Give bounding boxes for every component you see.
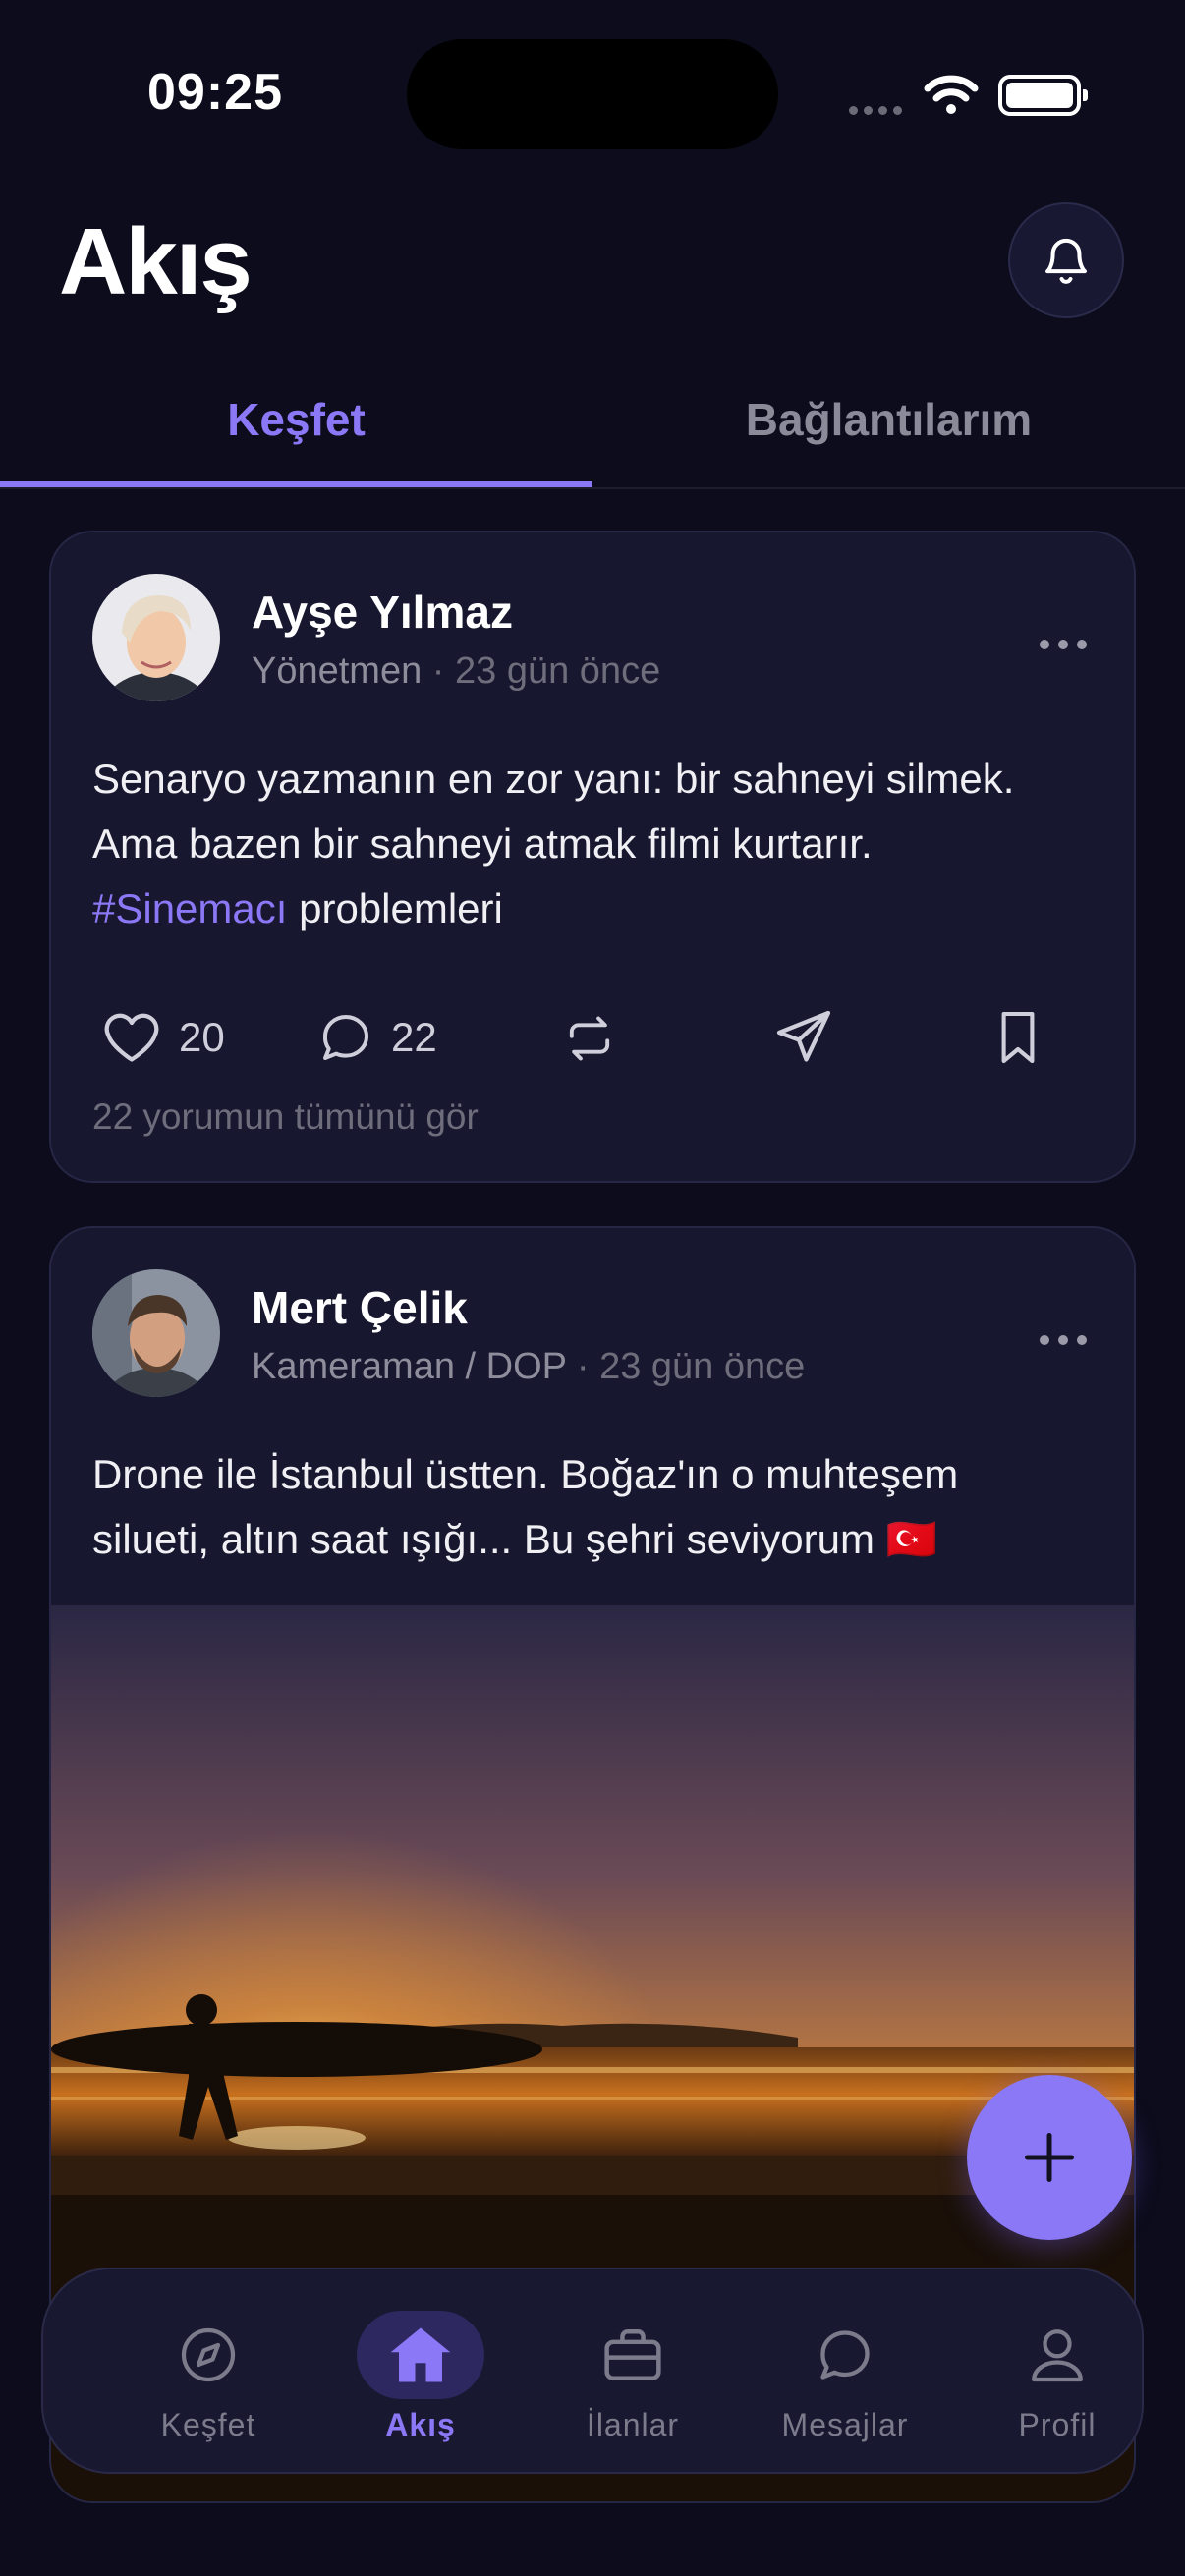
like-count: 20 — [179, 1014, 225, 1060]
page-title: Akış — [59, 209, 253, 314]
heart-icon — [104, 1013, 159, 1062]
post-text-fragment: problemleri — [287, 885, 503, 931]
nav-label: Akış — [385, 2407, 456, 2442]
notifications-button[interactable] — [1008, 202, 1124, 318]
nav-label: Keşfet — [160, 2407, 256, 2442]
tab-baglantilarim[interactable]: Bağlantılarım — [592, 393, 1185, 446]
home-icon — [357, 2311, 484, 2399]
nav-label: Mesajlar — [781, 2407, 909, 2442]
repost-button[interactable] — [562, 1014, 617, 1063]
author-role: Kameraman / DOP — [252, 1346, 567, 1387]
plus-icon — [1025, 2133, 1074, 2182]
post-text-line: Drone ile İstanbul üstten. Boğaz'ın o mu… — [92, 1451, 959, 1497]
hashtag-link[interactable]: #Sinemacı — [92, 885, 287, 931]
dynamic-island — [407, 39, 778, 149]
more-icon — [1040, 640, 1087, 649]
nav-label: İlanlar — [586, 2407, 680, 2442]
nav-item-profil[interactable]: Profil — [951, 2269, 1163, 2476]
comment-count: 22 — [391, 1014, 437, 1060]
status-time: 09:25 — [147, 64, 283, 121]
battery-icon — [998, 75, 1088, 116]
post-text-line: Ama bazen bir sahneyi atmak filmi kurtar… — [92, 820, 873, 867]
briefcase-icon — [569, 2311, 697, 2399]
repost-icon — [569, 1016, 610, 1061]
post-time: 23 gün önce — [599, 1346, 806, 1387]
post-text: Senaryo yazmanın en zor yanı: bir sahney… — [92, 747, 1114, 941]
bell-icon — [1045, 238, 1087, 284]
cellular-signal-icon — [849, 102, 908, 120]
bookmark-button[interactable] — [994, 1008, 1042, 1067]
view-all-comments-link[interactable]: 22 yorumun tümünü gör — [92, 1096, 479, 1138]
chat-icon — [781, 2311, 909, 2399]
meta-separator: · — [576, 1346, 590, 1387]
author-role: Yönetmen — [252, 650, 423, 692]
user-icon — [993, 2311, 1121, 2399]
post-time: 23 gün önce — [455, 650, 661, 692]
nav-label: Profil — [1018, 2407, 1097, 2442]
nav-item-ilanlar[interactable]: İlanlar — [527, 2269, 739, 2476]
post-text-line: Senaryo yazmanın en zor yanı: bir sahney… — [92, 756, 1015, 802]
post-card: Ayşe Yılmaz Yönetmen · 23 gün önce Senar… — [49, 531, 1136, 1183]
tab-divider — [0, 487, 1185, 489]
meta-separator: · — [431, 650, 445, 692]
avatar[interactable] — [92, 1269, 220, 1397]
wifi-icon — [924, 73, 979, 121]
nav-item-kesfet[interactable]: Keşfet — [102, 2269, 314, 2476]
comment-icon — [323, 1015, 368, 1060]
bottom-navigation: Keşfet Akış İlanlar Mesajlar Profil — [41, 2268, 1144, 2474]
author-name[interactable]: Mert Çelik — [252, 1281, 468, 1334]
avatar[interactable] — [92, 574, 220, 701]
send-icon — [776, 1010, 831, 1062]
post-text-line: #Sinemacı problemleri — [92, 876, 1114, 941]
like-button[interactable]: 20 — [102, 1010, 225, 1065]
post-meta: Kameraman / DOP · 23 gün önce — [252, 1346, 805, 1388]
author-name[interactable]: Ayşe Yılmaz — [252, 586, 513, 639]
post-text-line: silueti, altın saat ışığı... Bu şehri se… — [92, 1516, 937, 1562]
nav-item-mesajlar[interactable]: Mesajlar — [739, 2269, 951, 2476]
nav-item-akis[interactable]: Akış — [314, 2269, 527, 2476]
bookmark-icon — [1001, 1011, 1035, 1064]
more-options-button[interactable] — [1038, 1313, 1089, 1357]
post-meta: Yönetmen · 23 gün önce — [252, 650, 660, 693]
more-options-button[interactable] — [1038, 617, 1089, 661]
share-button[interactable] — [774, 1008, 833, 1067]
post-text: Drone ile İstanbul üstten. Boğaz'ın o mu… — [92, 1442, 1114, 1572]
tab-kesfet[interactable]: Keşfet — [0, 393, 592, 446]
create-post-button[interactable] — [967, 2075, 1132, 2240]
comment-button[interactable]: 22 — [318, 1010, 437, 1065]
compass-icon — [144, 2311, 272, 2399]
more-icon — [1040, 1335, 1087, 1345]
